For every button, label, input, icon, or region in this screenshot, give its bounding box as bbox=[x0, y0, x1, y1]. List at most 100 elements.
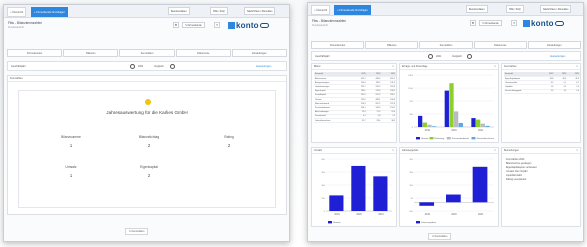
stat-eigenkapital: Eigenkapital 2 bbox=[140, 165, 158, 178]
user-data-button[interactable]: Benutzerdaten bbox=[466, 5, 488, 13]
bar bbox=[427, 124, 432, 127]
screenshot-stage: ⌂ Übersicht + Firmenkunde hinzufügen Ben… bbox=[0, 0, 587, 247]
star-icon[interactable]: ★ bbox=[173, 22, 179, 28]
page-title: Fibu - Bilanzkennzahlen bbox=[8, 21, 43, 25]
stat-umsatz: Umsatz 1 bbox=[65, 165, 77, 178]
kennzahlen-table: Kennzahl 2019 2020 2021 Eigenkapitalquote 39,… bbox=[504, 72, 580, 94]
table-row: Jahresüberschuss 31,7 28,4 36,3 bbox=[314, 118, 396, 124]
y-tick-label: 600 bbox=[321, 159, 325, 161]
ergebnis-bar-chart: -100 50 200 350 500 2019 2020 2021 Jahresergebni… bbox=[409, 158, 494, 224]
bar bbox=[454, 111, 459, 127]
gear-icon[interactable] bbox=[428, 54, 433, 59]
bar bbox=[471, 118, 476, 127]
nav-kennzahlen[interactable]: Kennzahlen bbox=[119, 49, 175, 57]
messages-logout-button[interactable]: Nachrichten / Abmelden bbox=[540, 5, 572, 13]
umsatz-chart-panel: Umsatz × 0 150 300 450 600 2019 2020 2021 Umsatz bbox=[311, 147, 397, 227]
messages-logout-button[interactable]: Nachrichten / Abmelden bbox=[244, 7, 276, 15]
nav-firmenkunden[interactable]: Firmenkunden bbox=[7, 49, 63, 57]
legend-label: Personalaufwand bbox=[452, 137, 470, 140]
tab-overview[interactable]: ⌂ Übersicht bbox=[311, 5, 331, 15]
kennzahlen-button[interactable]: ⟳ Kennzahlen bbox=[125, 228, 149, 235]
y-tick-label: 0 bbox=[412, 127, 414, 129]
bar bbox=[444, 90, 449, 127]
nav-bilanzen[interactable]: Bilanzen bbox=[365, 41, 419, 49]
y-tick-label: 300 bbox=[321, 185, 325, 187]
help-button[interactable]: Hilfe / FAQ bbox=[506, 5, 524, 13]
legend-label: Umsatz bbox=[421, 137, 428, 140]
y-tick-label: 1050 bbox=[408, 88, 414, 90]
legend-label: Jahresergebnis bbox=[421, 221, 437, 224]
table-cell: 1,5 bbox=[541, 89, 555, 94]
tab-overview[interactable]: ⌂ Übersicht bbox=[7, 7, 27, 17]
nav-einstellungen[interactable]: Einstellungen bbox=[527, 41, 582, 49]
close-icon[interactable]: × bbox=[392, 64, 394, 68]
edit-customer-button[interactable]: ✎ Firmenkunde bbox=[182, 22, 205, 28]
ertrag-bar-chart: 0 350 700 1050 1400 2019 2020 2021 Umsatz Rohertr… bbox=[408, 74, 496, 140]
bar bbox=[446, 194, 461, 203]
star-icon[interactable]: ★ bbox=[470, 20, 476, 26]
legend-label: Jahresüberschuss bbox=[477, 137, 496, 140]
gear-icon[interactable] bbox=[467, 54, 472, 59]
user-data-button[interactable]: Benutzerdaten bbox=[168, 7, 190, 15]
nav-bilanzen[interactable]: Bilanzen bbox=[63, 49, 119, 57]
close-icon[interactable]: × bbox=[494, 148, 496, 152]
gear-icon[interactable] bbox=[130, 64, 135, 69]
table-cell: 28,4 bbox=[366, 118, 382, 124]
legend-label: Umsatz bbox=[333, 221, 340, 224]
ertrag-chart-panel: Ertrags- und Finanzlage × 0 350 700 1050 140… bbox=[399, 63, 499, 143]
card-title: Jahresauswertung für die Karlies GmbH bbox=[106, 110, 188, 115]
panel-title: Ertrags- und Finanzlage bbox=[402, 65, 428, 68]
nav-dokumente[interactable]: Dokumente bbox=[473, 41, 527, 49]
stat-bilanzstichtag: Bilanzstichtag 2 bbox=[138, 135, 160, 148]
filter-link[interactable]: Auswertungen bbox=[256, 65, 271, 68]
filter-link[interactable]: Auswertungen bbox=[550, 55, 565, 58]
bar bbox=[373, 176, 388, 211]
x-tick-label: 2020 bbox=[451, 129, 457, 132]
nav-dokumente[interactable]: Dokumente bbox=[175, 49, 231, 57]
x-tick-label: 2019 bbox=[425, 213, 431, 216]
settings-icon[interactable]: ≡ bbox=[214, 22, 220, 28]
kennzahlen-table-panel: Kennzahlen × Kennzahl 2019 2020 2021 Eigenka… bbox=[501, 63, 581, 143]
x-tick-label: 2019 bbox=[425, 129, 431, 132]
kontool-logo: konto bbox=[228, 21, 269, 30]
nav-firmenkunden[interactable]: Firmenkunden bbox=[311, 41, 365, 49]
info-badge-icon bbox=[145, 99, 151, 105]
close-icon[interactable]: × bbox=[392, 148, 394, 152]
legend-swatch bbox=[328, 221, 332, 224]
close-icon[interactable]: × bbox=[576, 64, 578, 68]
help-button[interactable]: Hilfe / FAQ bbox=[210, 7, 228, 15]
bar bbox=[418, 115, 423, 127]
table-cell: Verschuldungsgrad bbox=[504, 89, 542, 94]
table-cell: 1,6 bbox=[554, 89, 568, 94]
right-nav-bar: Firmenkunden Bilanzen Kennzahlen Dokumen… bbox=[311, 41, 582, 49]
page-subtitle: Kundenansicht bbox=[8, 26, 24, 29]
left-page-header: Fibu - Bilanzkennzahlen Kundenansicht ★ … bbox=[4, 18, 289, 42]
legend-label: Rohertrag bbox=[435, 137, 446, 140]
legend-swatch bbox=[471, 137, 476, 140]
panel-title: Bemerkungen bbox=[504, 149, 519, 152]
close-icon[interactable]: × bbox=[576, 148, 578, 152]
nav-einstellungen[interactable]: Einstellungen bbox=[231, 49, 288, 57]
left-main-panel: Kennzahlen Jahresauswertung für die Karl… bbox=[7, 75, 287, 215]
y-tick-label: 1400 bbox=[408, 75, 414, 77]
tab-add-customer[interactable]: + Firmenkunde hinzufügen bbox=[31, 7, 68, 17]
legend-swatch bbox=[416, 221, 420, 224]
close-icon[interactable]: × bbox=[494, 64, 496, 68]
y-tick-label: -100 bbox=[409, 211, 414, 213]
bar bbox=[472, 166, 488, 203]
settings-icon[interactable]: ≡ bbox=[511, 20, 517, 26]
note-line: Rating unverändert bbox=[506, 178, 527, 181]
tab-add-customer[interactable]: + Firmenkunde hinzufügen bbox=[334, 5, 371, 15]
table-cell: 1,4 bbox=[567, 89, 580, 94]
section-title: Kennzahlen bbox=[10, 77, 23, 80]
bar bbox=[480, 123, 485, 127]
edit-customer-button[interactable]: ✎ Firmenkunde bbox=[479, 20, 502, 26]
x-tick-label: 2021 bbox=[478, 213, 484, 216]
gear-icon[interactable] bbox=[170, 64, 175, 69]
y-tick-label: 350 bbox=[409, 114, 413, 116]
kennzahlen-button[interactable]: ⟳ Kennzahlen bbox=[428, 233, 452, 240]
stat-bilanzsumme: Bilanzsumme 1 bbox=[61, 135, 81, 148]
umsatz-bar-chart: 0 150 300 450 600 2019 2020 2021 Umsatz bbox=[321, 158, 392, 224]
nav-kennzahlen[interactable]: Kennzahlen bbox=[419, 41, 473, 49]
bar bbox=[422, 122, 427, 127]
